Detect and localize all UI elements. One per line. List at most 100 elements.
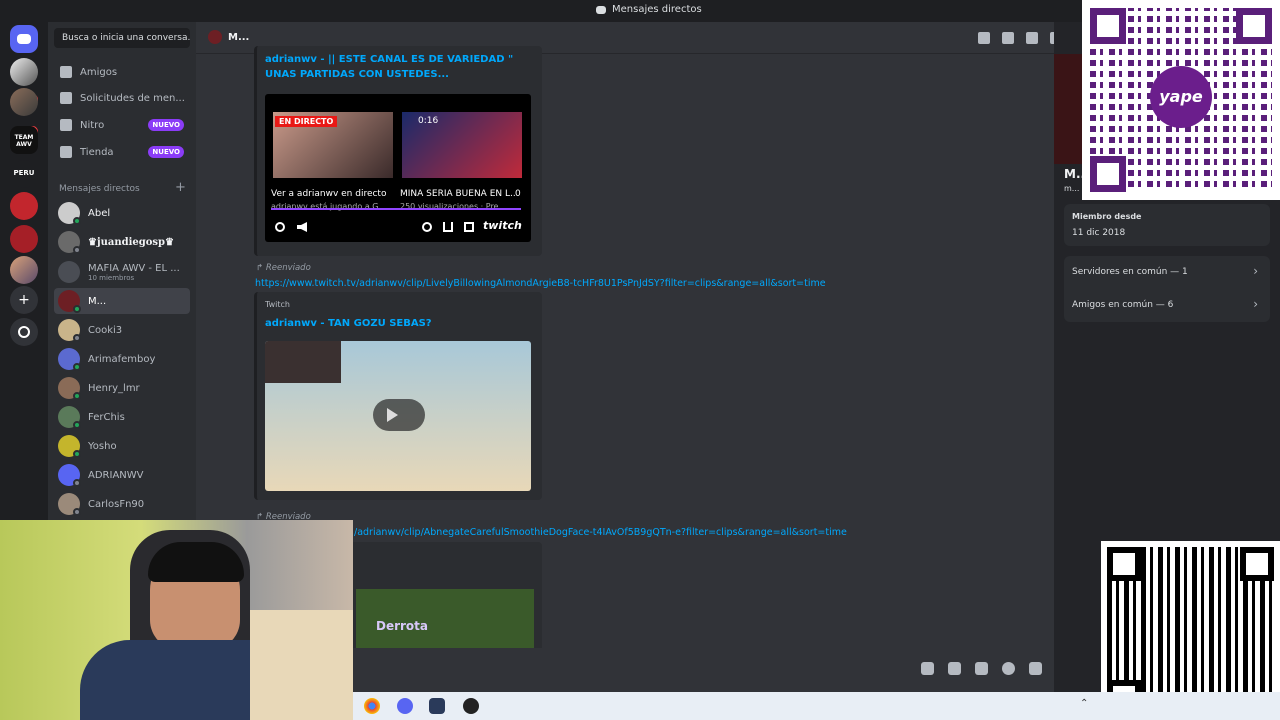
avatar (208, 30, 222, 44)
embed-twitch-channel: adrianwv - || ESTE CANAL ES DE VARIEDAD … (254, 46, 542, 256)
home-button[interactable] (10, 25, 38, 53)
bed (250, 610, 353, 720)
discord-icon (17, 34, 31, 44)
caption-right: MINA SERÍA BUENA EN L... (400, 189, 515, 199)
yape-qr-code: yape (1082, 0, 1280, 200)
dm-item[interactable]: ♛juandiegosp♛ (54, 229, 190, 255)
app-taskbar-icon[interactable] (429, 698, 445, 714)
nav-shop[interactable]: Tienda NUEVO (54, 140, 190, 164)
nav-nitro[interactable]: Nitro NUEVO (54, 113, 190, 137)
nitro-icon (60, 119, 72, 131)
server-icon-7[interactable] (10, 256, 38, 284)
chrome-icon[interactable] (364, 698, 380, 714)
pin-icon[interactable] (1026, 32, 1038, 44)
new-dm-button[interactable]: + (175, 180, 186, 195)
dm-sidebar: Busca o inicia una conversa... Amigos So… (48, 22, 196, 520)
mail-icon (60, 92, 72, 104)
nav-message-requests[interactable]: Solicitudes de men... (54, 86, 190, 110)
yape-logo: yape (1150, 66, 1212, 128)
qr-finder (1236, 8, 1272, 44)
compass-icon (18, 326, 30, 338)
clip-thumbnail[interactable] (265, 341, 531, 491)
os-taskbar: ⌃ (353, 692, 1280, 720)
avatar (58, 319, 81, 342)
caption-right-num: 0 (515, 189, 521, 199)
mutual-servers[interactable]: Servidores en común — 1 (1072, 267, 1188, 277)
avatar (58, 261, 80, 283)
live-badge: EN DIRECTO (275, 116, 338, 127)
add-server-button[interactable]: + (10, 286, 38, 314)
discord-taskbar-icon[interactable] (397, 698, 413, 714)
share-icon[interactable] (443, 222, 453, 232)
server-icon-peru[interactable]: PERU (10, 160, 38, 188)
chevron-right-icon[interactable]: › (1253, 297, 1258, 311)
avatar (58, 348, 81, 371)
dm-item[interactable]: CarlosFn90 (54, 491, 190, 517)
avatar (58, 406, 81, 429)
server-icon-6[interactable] (10, 225, 38, 253)
dm-item-active[interactable]: M... (54, 288, 190, 314)
gamepad-icon[interactable] (1029, 662, 1042, 675)
message-link[interactable]: /adrianwv/clip/AbnegateCarefulSmoothieDo… (354, 527, 847, 538)
qr-finder (1090, 156, 1126, 192)
twitch-logo[interactable]: twitch (483, 219, 522, 232)
settings-icon[interactable] (422, 222, 432, 232)
video-icon[interactable] (1002, 32, 1014, 44)
dm-group-item[interactable]: MAFIA AWV - EL ... 10 miembros (54, 258, 190, 286)
webcam-inset (265, 341, 341, 383)
server-icon-team-awv[interactable]: TEAM AWV (10, 126, 38, 154)
dm-item[interactable]: ADRIANWV (54, 462, 190, 488)
obs-taskbar-icon[interactable] (463, 698, 479, 714)
friends-icon (60, 66, 72, 78)
server-icon-5[interactable] (10, 192, 38, 220)
embed-provider[interactable]: Twitch (265, 300, 290, 309)
message-input-bar[interactable] (353, 648, 1054, 692)
embed-player[interactable]: EN DIRECTO 0:16 Ver a adrianwv en direct… (265, 94, 531, 242)
dm-item[interactable]: Yosho (54, 433, 190, 459)
shop-icon (60, 146, 72, 158)
gift-icon[interactable] (921, 662, 934, 675)
server-icon-1[interactable] (10, 58, 38, 86)
qr-finder (1240, 547, 1274, 581)
clip-time: 0:16 (418, 116, 439, 126)
emoji-icon[interactable] (1002, 662, 1015, 675)
member-since-date: 11 dic 2018 (1072, 228, 1126, 238)
member-since-box: Miembro desde 11 dic 2018 (1064, 204, 1270, 246)
dm-item[interactable]: Abel (54, 200, 190, 226)
gif-icon[interactable] (948, 662, 961, 675)
discord-icon (596, 5, 606, 14)
play-button[interactable] (373, 399, 425, 431)
dm-item[interactable]: Cooki3 (54, 317, 190, 343)
clip-thumbnail[interactable]: Derrota (356, 589, 534, 649)
avatar (58, 493, 81, 516)
volume-icon[interactable] (297, 222, 307, 232)
phone-icon[interactable] (978, 32, 990, 44)
new-badge: NUEVO (148, 146, 184, 158)
sticker-icon[interactable] (975, 662, 988, 675)
reload-icon[interactable] (275, 222, 285, 232)
search-input[interactable]: Busca o inicia una conversa... (54, 28, 190, 48)
mutual-box: Servidores en común — 1 › Amigos en comú… (1064, 256, 1270, 322)
message-link[interactable]: https://www.twitch.tv/adrianwv/clip/Live… (255, 278, 826, 289)
avatar (58, 435, 81, 458)
nav-friends[interactable]: Amigos (54, 60, 190, 84)
embed-title[interactable]: adrianwv - TAN GOZU SEBAS? (265, 316, 432, 331)
qr-finder (1107, 547, 1141, 581)
member-since-label: Miembro desde (1072, 212, 1142, 221)
chevron-up-icon[interactable]: ⌃ (1080, 698, 1088, 709)
fullscreen-icon[interactable] (464, 222, 474, 232)
embed-title[interactable]: adrianwv - || ESTE CANAL ES DE VARIEDAD … (265, 52, 535, 82)
embed-twitch-clip: Twitch adrianwv - TAN GOZU SEBAS? (254, 292, 542, 500)
mutual-friends[interactable]: Amigos en común — 6 (1072, 300, 1173, 310)
chevron-right-icon[interactable]: › (1253, 264, 1258, 278)
dm-item[interactable]: Arimafemboy (54, 346, 190, 372)
new-badge: NUEVO (148, 119, 184, 131)
server-icon-2[interactable] (10, 88, 38, 116)
dm-item[interactable]: Henry_lmr (54, 375, 190, 401)
dm-section-header: Mensajes directos (59, 184, 140, 194)
person-hair (148, 542, 244, 582)
explore-button[interactable] (10, 318, 38, 346)
forwarded-label: ↱ Reenviado (256, 263, 311, 273)
caption-left: Ver a adrianwv en directo (271, 189, 387, 199)
dm-item[interactable]: FerChis (54, 404, 190, 430)
